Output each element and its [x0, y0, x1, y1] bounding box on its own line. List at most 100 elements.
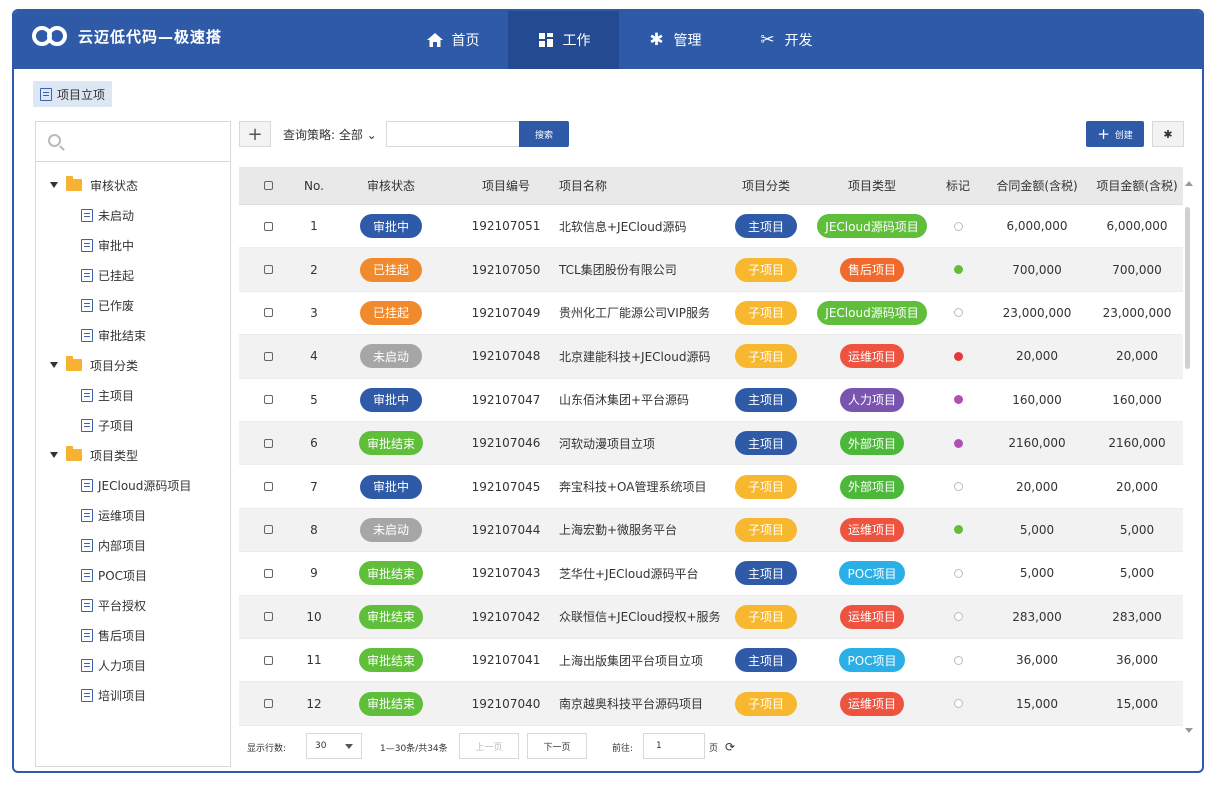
row-checkbox[interactable]	[239, 552, 297, 594]
create-button[interactable]: + 创建	[1086, 121, 1144, 147]
row-checkbox[interactable]	[239, 465, 297, 507]
column-header[interactable]: 项目名称	[559, 167, 729, 204]
amount-cell: 160,000	[1112, 392, 1162, 407]
table-row[interactable]: 9 审批结束 192107043 芝华仕+JECloud源码平台 主项目 POC项目 5,0…	[239, 552, 1183, 596]
category-cell: 子项目	[729, 335, 803, 377]
tree-item[interactable]: 已挂起	[81, 264, 134, 286]
contract-cell: 283,000	[1012, 609, 1062, 624]
table-row[interactable]: 2 已挂起 192107050 TCL集团股份有限公司 子项目 售后项目 700,000 70…	[239, 248, 1183, 292]
table-row[interactable]: 7 审批中 192107045 奔宝科技+OA管理系统项目 子项目 外部项目 20,000 2…	[239, 465, 1183, 509]
document-icon	[40, 87, 52, 101]
tree-item[interactable]: 未启动	[81, 204, 134, 226]
column-header[interactable]: 项目编号	[461, 167, 551, 204]
table-row[interactable]: 6 审批结束 192107046 河软动漫项目立项 主项目 外部项目 2160,000 216…	[239, 422, 1183, 466]
tree-item[interactable]: 内部项目	[81, 534, 146, 556]
scroll-down-arrow[interactable]	[1185, 728, 1193, 733]
tree-group-label: 审核状态	[90, 178, 139, 193]
amount-cell: 2160,000	[1108, 436, 1166, 451]
tree-item[interactable]: POC项目	[81, 564, 147, 586]
next-page-button[interactable]: 下一页	[527, 733, 587, 759]
refresh-icon[interactable]: ⟳	[725, 733, 735, 761]
table-row[interactable]: 5 审批中 192107047 山东佰沐集团+平台源码 主项目 人力项目 160,000 16…	[239, 379, 1183, 422]
amount-cell: 5,000	[1119, 566, 1155, 581]
breadcrumb-tab[interactable]: 项目立项	[33, 81, 113, 107]
row-checkbox[interactable]	[239, 248, 297, 290]
grid-scrollbar[interactable]	[1183, 177, 1195, 737]
tree-item[interactable]: 审批结束	[81, 324, 146, 346]
row-checkbox[interactable]	[239, 596, 297, 638]
table-row[interactable]: 4 未启动 192107048 北京建能科技+JECloud源码 子项目 运维项目 20,0…	[239, 335, 1183, 379]
expand-caret-icon[interactable]	[50, 362, 58, 368]
category-badge: 子项目	[735, 474, 797, 499]
tree-item[interactable]: 售后项目	[81, 624, 146, 646]
tree-item[interactable]: 子项目	[81, 414, 134, 436]
row-checkbox[interactable]	[239, 509, 297, 551]
home-icon	[426, 31, 444, 49]
status-badge: 审批结束	[358, 604, 423, 629]
expand-caret-icon[interactable]	[50, 452, 58, 458]
category-badge: 主项目	[735, 387, 797, 412]
add-button[interactable]: +	[239, 121, 271, 147]
table-row[interactable]: 3 已挂起 192107049 贵州化工厂能源公司VIP服务 子项目 JECloud源码项…	[239, 292, 1183, 336]
column-header[interactable]: 项目金额(含税)	[1091, 167, 1183, 204]
tree-item[interactable]: 主项目	[81, 384, 134, 406]
page-number-input[interactable]: 1	[643, 733, 705, 759]
column-header[interactable]: 项目类型	[817, 167, 927, 204]
nav-item-2[interactable]: ✱ 管理	[619, 11, 730, 69]
settings-button[interactable]: ✱	[1152, 121, 1184, 147]
column-header[interactable]: 合同金额(含税)	[987, 167, 1087, 204]
tree-group[interactable]: 审核状态	[50, 174, 138, 196]
status-badge: 已挂起	[360, 257, 422, 282]
select-all-checkbox[interactable]	[239, 167, 297, 204]
table-row[interactable]: 1 审批中 192107051 北软信息+JECloud源码 主项目 JECloud源码项…	[239, 205, 1183, 249]
search-button[interactable]: 搜索	[519, 121, 569, 147]
tree-item[interactable]: 培训项目	[81, 684, 146, 706]
nav-item-0[interactable]: 首页	[397, 11, 508, 69]
tree-item[interactable]: 平台授权	[81, 594, 146, 616]
nav-item-label: 工作	[562, 33, 591, 49]
app-logo[interactable]: 云迈低代码—极速搭	[32, 23, 222, 49]
search-input[interactable]	[386, 121, 520, 147]
scroll-up-arrow[interactable]	[1185, 181, 1193, 186]
column-header[interactable]: 项目分类	[729, 167, 803, 204]
tree-item[interactable]: 运维项目	[81, 504, 146, 526]
row-checkbox[interactable]	[239, 335, 297, 377]
page-unit: 页	[709, 743, 719, 754]
amount-cell: 23,000,000	[1102, 305, 1172, 320]
table-row[interactable]: 11 审批结束 192107041 上海出版集团平台项目立项 主项目 POC项目 36,00…	[239, 639, 1183, 683]
scroll-thumb[interactable]	[1185, 207, 1190, 369]
type-badge: 人力项目	[839, 387, 904, 412]
nav-item-3[interactable]: ✂ 开发	[730, 11, 841, 69]
mark-cell	[939, 509, 977, 551]
table-row[interactable]: 8 未启动 192107044 上海宏勤+微服务平台 子项目 运维项目 5,000 5,000	[239, 508, 1183, 553]
column-header[interactable]: 标记	[939, 167, 977, 204]
column-header[interactable]: No.	[297, 167, 331, 204]
row-checkbox[interactable]	[239, 379, 297, 421]
column-header[interactable]: 审核状态	[347, 167, 435, 204]
no-cell: 1	[310, 219, 318, 234]
tree-group[interactable]: 项目类型	[50, 444, 138, 466]
row-checkbox[interactable]	[239, 205, 297, 247]
row-checkbox[interactable]	[239, 422, 297, 464]
tree-item[interactable]: 人力项目	[81, 654, 146, 676]
table-row[interactable]: 10 审批结束 192107042 众联恒信+JECloud授权+服务 子项目 运维项目 2…	[239, 595, 1183, 639]
row-checkbox[interactable]	[239, 682, 297, 724]
sidebar-search-input[interactable]	[36, 122, 230, 162]
prev-page-button[interactable]: 上一页	[459, 733, 519, 759]
row-checkbox[interactable]	[239, 639, 297, 681]
no-cell: 6	[310, 436, 318, 451]
name-cell: 众联恒信+JECloud授权+服务	[559, 610, 721, 625]
tree-group[interactable]: 项目分类	[50, 354, 138, 376]
nav-item-1[interactable]: 工作	[508, 11, 619, 69]
query-strategy-select[interactable]: 查询策略: 全部 ⌄	[283, 126, 377, 143]
rows-per-page-select[interactable]: 30	[306, 733, 362, 759]
no-cell: 2	[310, 262, 318, 277]
expand-caret-icon[interactable]	[50, 182, 58, 188]
tree-item[interactable]: 已作废	[81, 294, 134, 316]
row-checkbox[interactable]	[239, 292, 297, 334]
tree-item[interactable]: JECloud源码项目	[81, 474, 191, 496]
gear-icon: ✱	[1163, 127, 1173, 141]
document-icon	[81, 538, 93, 552]
tree-item[interactable]: 审批中	[81, 234, 134, 256]
table-row[interactable]: 12 审批结束 192107040 南京越奥科技平台源码项目 子项目 运维项目 15,000…	[239, 682, 1183, 726]
